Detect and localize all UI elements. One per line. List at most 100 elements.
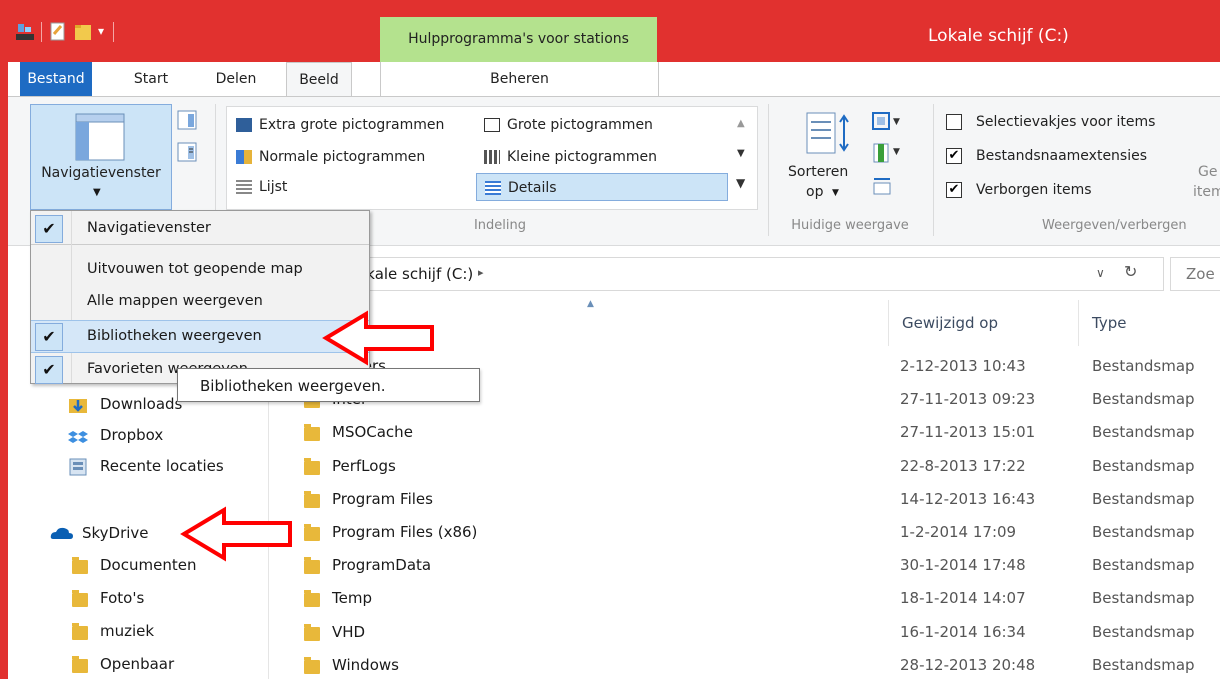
breadcrumb-chevron-icon[interactable]: ▸ <box>478 266 484 279</box>
menu-separator <box>31 244 369 245</box>
address-history-chevron-icon[interactable]: ∨ <box>1096 266 1105 280</box>
table-row[interactable]: Program Files 14-12-2013 16:43 Bestandsmap <box>290 485 1220 518</box>
extra-large-icons-icon <box>236 118 252 132</box>
gallery-scroll-down-icon[interactable]: ▼ <box>737 148 745 159</box>
sort-by-label-2[interactable]: op <box>806 184 823 200</box>
layout-small-icons[interactable]: Kleine pictogrammen <box>484 145 657 169</box>
table-row[interactable]: Program Files (x86) 1-2-2014 17:09 Bestand… <box>290 518 1220 551</box>
preview-pane-icon[interactable] <box>177 110 197 134</box>
menu-item-navigation-pane[interactable]: ✔ Navigatievenster <box>31 213 369 244</box>
folder-icon <box>72 623 88 640</box>
cell-modified: 14-12-2013 16:43 <box>900 490 1036 508</box>
search-placeholder: Zoe <box>1186 265 1215 283</box>
table-row[interactable]: MSOCache 27-11-2013 15:01 Bestandsmap <box>290 418 1220 451</box>
file-extensions-checkbox[interactable]: ✔ <box>946 148 962 164</box>
nav-item-music[interactable]: muziek <box>100 622 154 640</box>
hide-selected-label[interactable]: Ge <box>1198 164 1217 180</box>
nav-item-recent-places[interactable]: Recente locaties <box>100 457 224 475</box>
layout-details-selected[interactable]: Details <box>476 173 728 201</box>
chevron-down-icon: ▼ <box>93 187 101 198</box>
cell-name: PerfLogs <box>332 457 396 475</box>
cell-modified: 16-1-2014 16:34 <box>900 623 1026 641</box>
cell-type: Bestandsmap <box>1092 357 1195 375</box>
tab-share[interactable]: Delen <box>205 62 267 96</box>
hidden-items-checkbox[interactable]: ✔ <box>946 182 962 198</box>
tab-file[interactable]: Bestand <box>20 62 92 96</box>
cell-type: Bestandsmap <box>1092 390 1195 408</box>
tab-manage[interactable]: Beheren <box>380 62 659 96</box>
qat-dropdown-icon[interactable]: ▾ <box>98 24 104 38</box>
gallery-more-icon[interactable]: ▼ <box>736 176 745 190</box>
cell-name: ProgramData <box>332 556 432 574</box>
layout-list[interactable]: Lijst <box>236 175 287 199</box>
table-row[interactable]: ProgramData 30-1-2014 17:48 Bestandsmap <box>290 551 1220 584</box>
downloads-icon <box>68 396 90 418</box>
nav-item-photos[interactable]: Foto's <box>100 589 144 607</box>
properties-icon[interactable] <box>16 22 34 42</box>
recent-places-icon <box>68 458 90 480</box>
cell-modified: 18-1-2014 14:07 <box>900 589 1026 607</box>
table-row[interactable]: Windows 28-12-2013 20:48 Bestandsmap <box>290 651 1220 684</box>
table-row[interactable]: Temp 18-1-2014 14:07 Bestandsmap <box>290 584 1220 617</box>
window-title: Lokale schijf (C:) <box>928 26 1069 46</box>
dropbox-icon <box>68 428 90 450</box>
group-by-icon[interactable]: ▼ <box>872 112 902 138</box>
layout-item-label: Grote pictogrammen <box>507 117 653 133</box>
layout-item-label: Details <box>508 180 557 196</box>
navigation-pane-button[interactable]: Navigatievenster ▼ <box>30 104 172 210</box>
cell-type: Bestandsmap <box>1092 490 1195 508</box>
tab-view[interactable]: Beeld <box>286 62 352 98</box>
nav-item-skydrive[interactable]: SkyDrive <box>82 524 149 542</box>
tab-home[interactable]: Start <box>120 62 182 96</box>
layout-medium-icons[interactable]: Normale pictogrammen <box>236 145 425 169</box>
cell-type: Bestandsmap <box>1092 423 1195 441</box>
refresh-icon[interactable]: ↻ <box>1124 262 1137 281</box>
table-row[interactable]: VHD 16-1-2014 16:34 Bestandsmap <box>290 618 1220 651</box>
cell-name: VHD <box>332 623 366 641</box>
file-extensions-label[interactable]: Bestandsnaamextensies <box>976 148 1147 164</box>
layout-item-label: Lijst <box>259 179 288 195</box>
hide-selected-label-2[interactable]: item <box>1193 184 1220 200</box>
menu-item-show-libraries[interactable]: ✔ Bibliotheken weergeven <box>31 320 369 353</box>
sort-by-label[interactable]: Sorteren <box>788 164 848 180</box>
column-header-type[interactable]: Type <box>1092 314 1126 332</box>
new-document-icon[interactable] <box>49 22 67 42</box>
details-pane-icon[interactable] <box>177 142 197 166</box>
table-row[interactable]: PerfLogs 22-8-2013 17:22 Bestandsmap <box>290 452 1220 485</box>
menu-item-label: Uitvouwen tot geopende map <box>87 261 303 277</box>
folder-icon <box>304 657 320 674</box>
hidden-items-label[interactable]: Verborgen items <box>976 182 1092 198</box>
column-divider[interactable] <box>888 300 889 346</box>
layout-extra-large-icons[interactable]: Extra grote pictogrammen <box>236 113 444 137</box>
cell-type: Bestandsmap <box>1092 457 1195 475</box>
checkmark-icon: ✔ <box>35 215 63 243</box>
window-left-border <box>0 62 8 679</box>
folder-icon <box>304 590 320 607</box>
item-checkboxes-checkbox[interactable] <box>946 114 962 130</box>
sort-dropdown-icon: ▼ <box>832 188 839 198</box>
layout-item-label: Normale pictogrammen <box>259 149 426 165</box>
menu-item-show-all-folders[interactable]: Alle mappen weergeven <box>31 286 369 317</box>
layout-item-label: Kleine pictogrammen <box>507 149 658 165</box>
add-columns-icon[interactable]: ▼ <box>872 142 902 168</box>
new-folder-icon[interactable] <box>74 22 92 42</box>
cell-modified: 1-2-2014 17:09 <box>900 523 1017 541</box>
gallery-scroll-up-icon[interactable]: ▲ <box>737 118 745 129</box>
nav-item-dropbox[interactable]: Dropbox <box>100 426 163 444</box>
svg-text:▼: ▼ <box>893 147 900 157</box>
cell-modified: 27-11-2013 09:23 <box>900 390 1036 408</box>
nav-item-downloads[interactable]: Downloads <box>100 395 182 413</box>
sort-by-icon[interactable] <box>806 112 854 160</box>
cell-modified: 28-12-2013 20:48 <box>900 656 1036 674</box>
size-columns-icon[interactable] <box>872 174 892 200</box>
nav-item-public[interactable]: Openbaar <box>100 655 174 673</box>
layout-large-icons[interactable]: Grote pictogrammen <box>484 113 653 137</box>
column-header-modified[interactable]: Gewijzigd op <box>902 314 998 332</box>
folder-icon <box>304 458 320 475</box>
menu-item-expand-to-open-folder[interactable]: Uitvouwen tot geopende map <box>31 254 369 285</box>
folder-icon <box>304 524 320 541</box>
column-divider[interactable] <box>1078 300 1079 346</box>
item-checkboxes-label[interactable]: Selectievakjes voor items <box>976 114 1155 130</box>
folder-icon <box>72 557 88 574</box>
cell-name: Windows <box>332 656 399 674</box>
